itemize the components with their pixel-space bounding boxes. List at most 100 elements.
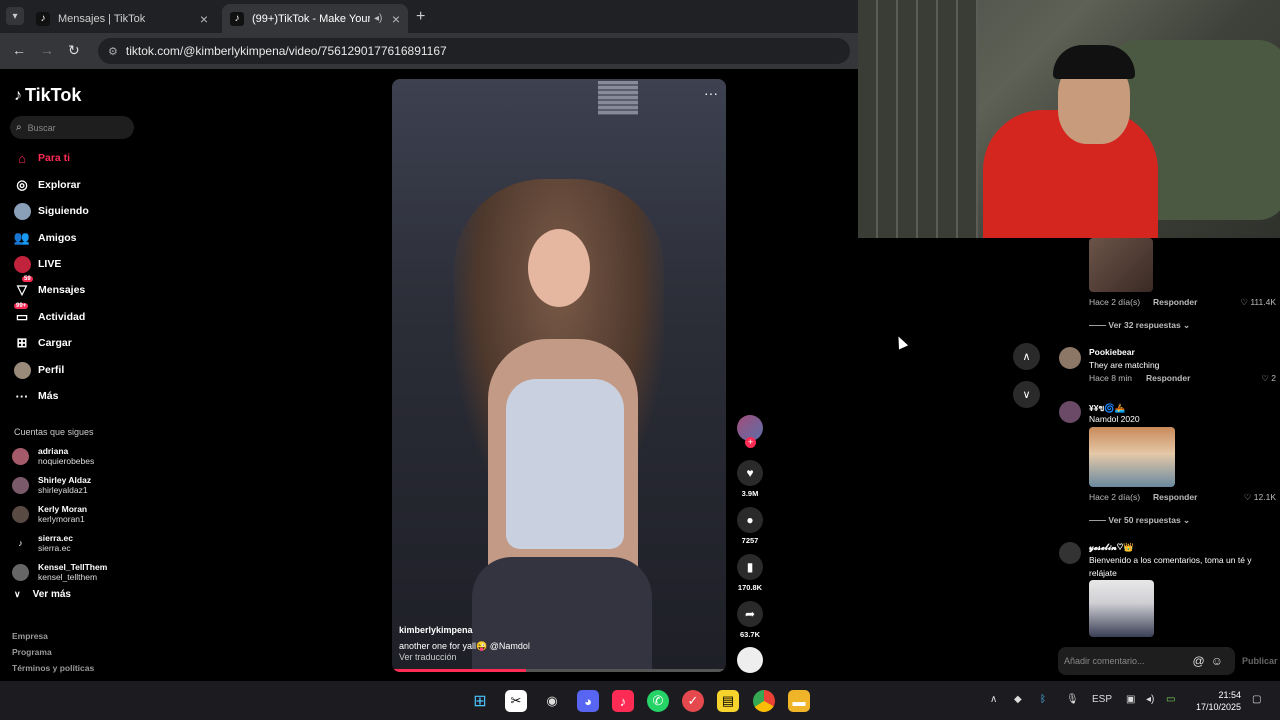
- save-button[interactable]: ▮ 170.8K: [737, 554, 763, 592]
- following-account[interactable]: ♪ sierra.ec sierra.ec: [12, 530, 73, 556]
- friends-icon: 👥: [13, 230, 31, 245]
- language-indicator[interactable]: ESP: [1092, 694, 1112, 705]
- nav-label: Siguiendo: [38, 205, 89, 217]
- following-account[interactable]: Kerly Moran kerlymoran1: [12, 501, 87, 527]
- volume-icon[interactable]: ◂): [1146, 694, 1154, 705]
- chevron-down-icon[interactable]: ∨: [1013, 381, 1040, 408]
- browser-tab-active[interactable]: ♪ (99+)TikTok - Make Your Da ◂) ×: [222, 4, 408, 33]
- nav-actividad[interactable]: ▭ 99+ Actividad: [12, 303, 85, 327]
- view-replies-button[interactable]: —— Ver 50 respuestas ⌄: [1089, 515, 1190, 526]
- whatsapp-icon[interactable]: ✆: [647, 690, 669, 712]
- comment-author[interactable]: ¥¥ข🌀🚣: [1089, 401, 1125, 415]
- video-username[interactable]: kimberlykimpena: [399, 625, 473, 635]
- todo-icon[interactable]: ✓: [682, 690, 704, 712]
- discord-icon[interactable]: ◕: [577, 690, 599, 712]
- messages-icon: ▽ 59: [17, 276, 33, 297]
- windows-taskbar: ⊞ ✂ ◉ ◕ ♪ ✆ ✓ ▤ ▬ ∧ ◆ ᛒ 🎙 ESP ▣ ◂) ▭ 21:…: [0, 681, 1280, 720]
- mention-icon[interactable]: @: [1193, 654, 1211, 668]
- tiktok-logo[interactable]: ♪ TikTok: [14, 85, 81, 106]
- reply-button[interactable]: Responder: [1153, 297, 1197, 307]
- home-icon: ⌂: [18, 150, 26, 166]
- more-icon: ···: [15, 388, 29, 404]
- comment-image[interactable]: [1089, 238, 1153, 292]
- comment-input[interactable]: Añadir comentario... @☺: [1058, 647, 1235, 675]
- like-button[interactable]: ♥ 3.9M: [737, 460, 763, 498]
- nav-perfil[interactable]: Perfil: [12, 360, 64, 380]
- comment-likes[interactable]: ♡ 2: [1250, 373, 1276, 384]
- notification-icon[interactable]: ▢: [1252, 694, 1261, 705]
- nav-cargar[interactable]: ⊞ Cargar: [12, 333, 72, 353]
- comment-likes[interactable]: ♡ 111.4K: [1240, 297, 1276, 308]
- windows-start-icon[interactable]: ⊞: [469, 690, 491, 712]
- bluetooth-icon[interactable]: ᛒ: [1040, 694, 1046, 705]
- avatar[interactable]: [1059, 347, 1081, 369]
- comment-button[interactable]: ● 7257: [737, 507, 763, 545]
- comment-placeholder: Añadir comentario...: [1064, 656, 1145, 666]
- address-bar[interactable]: ⚙ tiktok.com/@kimberlykimpena/video/7561…: [98, 38, 850, 64]
- battery-icon[interactable]: ▭: [1166, 694, 1175, 705]
- follow-plus-icon[interactable]: +: [745, 437, 756, 448]
- following-account[interactable]: Kensel_TellThem kensel_tellthem: [12, 559, 107, 585]
- obs-icon[interactable]: ◉: [541, 690, 563, 712]
- new-tab-icon[interactable]: +: [416, 8, 425, 26]
- nav-para-ti[interactable]: ⌂ Para ti: [12, 148, 70, 168]
- view-replies-button[interactable]: —— Ver 32 respuestas ⌄: [1089, 320, 1190, 331]
- nav-siguiendo[interactable]: Siguiendo: [12, 201, 89, 221]
- browser-tab-mensajes[interactable]: ♪ Mensajes | TikTok ×: [28, 4, 216, 33]
- site-info-icon[interactable]: ⚙: [108, 45, 118, 58]
- avatar[interactable]: [1059, 401, 1081, 423]
- video-player[interactable]: ··· kimberlykimpena another one for yall…: [392, 79, 726, 672]
- nav-mas[interactable]: ··· Más: [12, 386, 59, 406]
- nav-explorar[interactable]: ◎ Explorar: [12, 175, 80, 195]
- speaker-icon[interactable]: ◂): [374, 13, 382, 24]
- clock-date: 17/10/2025: [1196, 702, 1242, 712]
- file-explorer-icon[interactable]: ▬: [788, 690, 810, 712]
- browser-tab-bar: ▾ ♪ Mensajes | TikTok × ♪ (99+)TikTok - …: [0, 0, 858, 33]
- nav-mensajes[interactable]: ▽ 59 Mensajes: [12, 276, 85, 300]
- search-input[interactable]: ⌕ Buscar: [10, 116, 134, 139]
- video-progress-bar[interactable]: [392, 669, 726, 672]
- footer-link-empresa[interactable]: Empresa: [12, 631, 48, 641]
- following-account[interactable]: Shirley Aldaz shirleyaldaz1: [12, 472, 91, 498]
- footer-link-programa[interactable]: Programa: [12, 647, 52, 657]
- share-button[interactable]: ➦ 63.7K: [737, 601, 763, 639]
- activity-icon: ▭ 99+: [14, 303, 29, 324]
- sticky-notes-icon[interactable]: ▤: [717, 690, 739, 712]
- nav-amigos[interactable]: 👥 Amigos: [12, 228, 77, 248]
- footer-link-terminos[interactable]: Términos y políticas: [12, 663, 94, 673]
- emoji-icon[interactable]: ☺: [1211, 654, 1229, 668]
- video-progress-fill: [392, 669, 526, 672]
- reply-button[interactable]: Responder: [1146, 373, 1190, 383]
- reload-icon[interactable]: ↻: [68, 42, 80, 59]
- see-more-button[interactable]: ∨ Ver más: [14, 589, 71, 600]
- reply-button[interactable]: Responder: [1153, 492, 1197, 502]
- comment-image[interactable]: [1089, 427, 1175, 487]
- tiktok-icon[interactable]: ♪: [612, 690, 634, 712]
- chrome-icon[interactable]: [753, 690, 775, 712]
- show-hidden-icons-icon[interactable]: ∧: [990, 694, 997, 705]
- following-section-title: Cuentas que sigues: [14, 427, 94, 437]
- microphone-icon[interactable]: 🎙: [1066, 694, 1079, 705]
- tab-search-icon[interactable]: ▾: [6, 7, 24, 25]
- avatar[interactable]: [1059, 542, 1081, 564]
- see-translation-link[interactable]: Ver traducción: [399, 652, 457, 662]
- nav-live[interactable]: LIVE: [12, 254, 61, 274]
- comment-image[interactable]: [1089, 580, 1154, 637]
- wifi-icon[interactable]: ▣: [1126, 694, 1135, 705]
- chevron-up-icon[interactable]: ∧: [1013, 343, 1040, 370]
- more-options-icon[interactable]: ···: [704, 85, 718, 101]
- system-clock[interactable]: 21:54 17/10/2025: [1196, 689, 1241, 713]
- comment-likes[interactable]: ♡ 12.1K: [1240, 492, 1276, 503]
- tiktok-sidebar: ♪ TikTok ⌕ Buscar ⌂ Para ti ◎ Explorar S…: [0, 69, 150, 681]
- comment-author[interactable]: Pookiebear: [1089, 347, 1135, 357]
- close-icon[interactable]: ×: [392, 11, 400, 27]
- music-disc-icon[interactable]: [737, 647, 763, 673]
- comment-author[interactable]: 𝓎𝓮𝓼𝓮𝓵𝓲𝓷♡👑: [1089, 542, 1134, 553]
- publish-button[interactable]: Publicar: [1242, 656, 1278, 666]
- tray-app-icon[interactable]: ◆: [1014, 694, 1022, 705]
- close-icon[interactable]: ×: [200, 11, 208, 27]
- back-icon[interactable]: ←: [12, 42, 26, 58]
- following-account[interactable]: adriana noquierobebes: [12, 443, 94, 469]
- forward-icon[interactable]: →: [40, 42, 54, 58]
- capcut-icon[interactable]: ✂: [505, 690, 527, 712]
